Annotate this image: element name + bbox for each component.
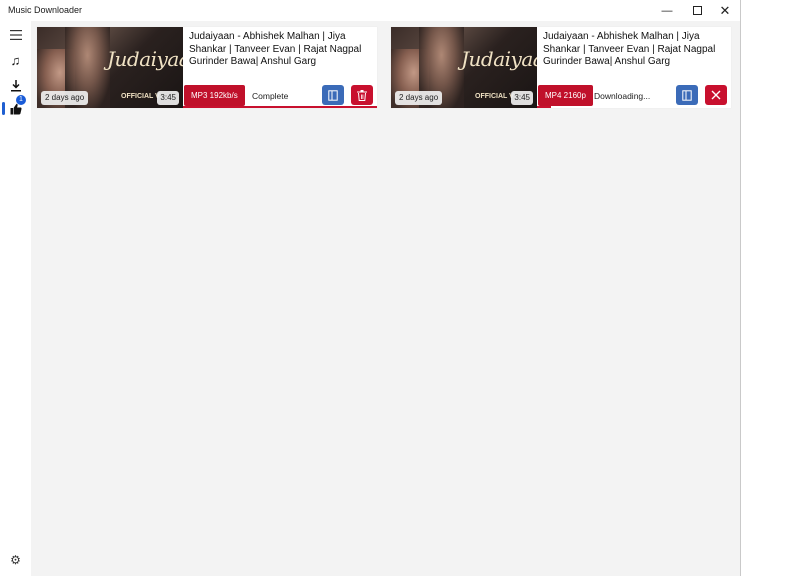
- hamburger-menu-icon: [9, 30, 22, 40]
- sidebar-menu-button[interactable]: [6, 26, 25, 44]
- format-badge: MP3 192kb/s: [184, 85, 245, 106]
- download-icon: [10, 80, 21, 92]
- downloads-panel: Judaiyaan OFFICIAL V 2 days ago 3:45 Jud…: [31, 21, 740, 576]
- selected-indicator: [2, 102, 5, 115]
- window-title: Music Downloader: [8, 5, 83, 15]
- cancel-download-button[interactable]: [705, 85, 727, 105]
- open-folder-button[interactable]: [676, 85, 698, 105]
- download-status: Downloading...: [594, 91, 651, 101]
- download-card[interactable]: Judaiyaan OFFICIAL V 2 days ago 3:45 Jud…: [37, 27, 377, 108]
- upload-age-badge: 2 days ago: [41, 91, 89, 105]
- download-progress-bar: [537, 106, 551, 108]
- open-folder-button[interactable]: [322, 85, 344, 105]
- maximize-button[interactable]: [682, 0, 712, 21]
- title-bar: Music Downloader — ✕: [0, 0, 740, 21]
- download-status: Complete: [252, 91, 289, 101]
- upload-age-badge: 2 days ago: [395, 91, 443, 105]
- sidebar-item-liked[interactable]: [6, 100, 25, 118]
- sidebar-item-music[interactable]: ♫: [6, 51, 25, 69]
- trash-icon: [357, 89, 367, 101]
- open-folder-icon: [682, 89, 692, 101]
- video-title: Judaiyaan - Abhishek Malhan | Jiya Shank…: [189, 31, 362, 67]
- open-folder-icon: [328, 89, 338, 101]
- minimize-icon: —: [661, 4, 673, 17]
- duration-badge: 3:45: [157, 91, 179, 105]
- download-progress-bar: [183, 106, 377, 108]
- minimize-button[interactable]: —: [652, 0, 682, 21]
- music-note-icon: ♫: [10, 52, 21, 68]
- video-thumbnail[interactable]: Judaiyaan OFFICIAL V 2 days ago 3:45: [391, 27, 537, 108]
- gear-icon: ⚙: [10, 553, 21, 567]
- duration-badge: 3:45: [511, 91, 533, 105]
- download-card[interactable]: Judaiyaan OFFICIAL V 2 days ago 3:45 Jud…: [391, 27, 731, 108]
- close-window-button[interactable]: ✕: [710, 0, 740, 21]
- maximize-icon: [692, 6, 702, 15]
- format-badge: MP4 2160p: [538, 85, 593, 106]
- close-icon: ✕: [719, 2, 731, 18]
- thumbnail-subtext: OFFICIAL V: [121, 93, 160, 100]
- thumbnail-subtext: OFFICIAL V: [475, 93, 514, 100]
- video-thumbnail[interactable]: Judaiyaan OFFICIAL V 2 days ago 3:45: [37, 27, 183, 108]
- sidebar-item-downloads[interactable]: [6, 77, 25, 95]
- thumbnail-title-text: Judaiyaan: [461, 47, 537, 71]
- sidebar-item-settings[interactable]: ⚙: [6, 551, 25, 569]
- app-window: Music Downloader — ✕ ♫ 1 ⚙ Judaiya OFFIC…: [0, 0, 741, 576]
- sidebar: ♫ 1 ⚙: [0, 21, 31, 576]
- delete-button[interactable]: [351, 85, 373, 105]
- close-icon: [711, 90, 721, 100]
- thumbnail-title-text: Judaiyaan: [107, 47, 183, 71]
- thumbs-up-icon: [10, 103, 22, 115]
- video-title: Judaiyaan - Abhishek Malhan | Jiya Shank…: [543, 31, 716, 67]
